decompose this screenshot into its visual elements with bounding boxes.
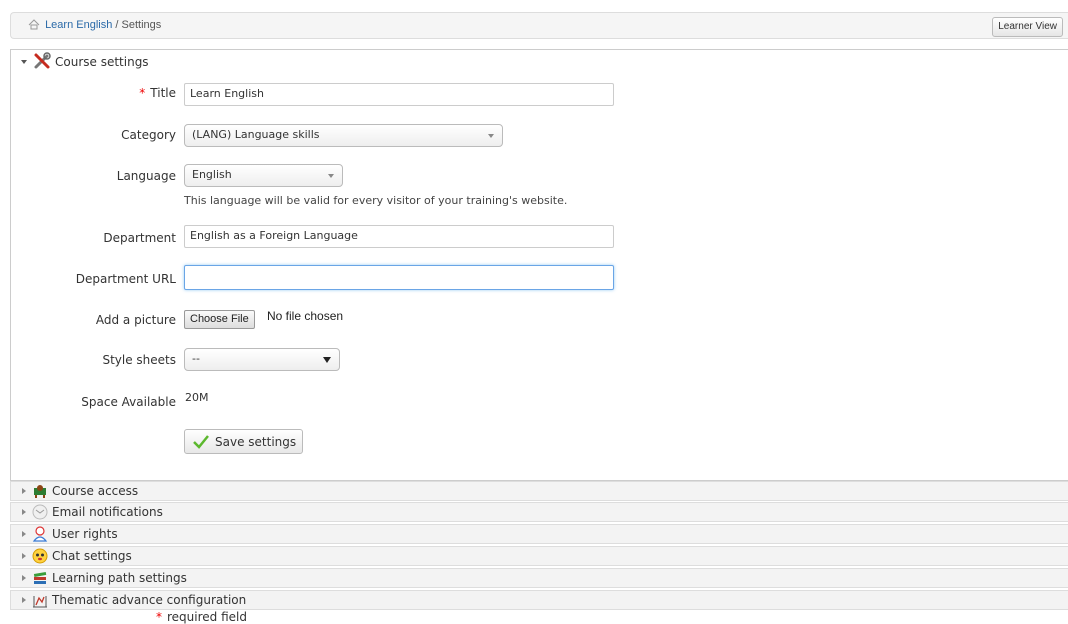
style-sheets-value: -- xyxy=(192,352,200,365)
space-value: 20M xyxy=(185,391,209,404)
tools-icon xyxy=(33,51,51,73)
section-label: Course access xyxy=(52,484,139,498)
books-icon xyxy=(32,570,48,586)
language-label: Language xyxy=(116,169,176,183)
required-mark: * xyxy=(139,86,146,100)
category-value: (LANG) Language skills xyxy=(192,128,320,141)
email-icon xyxy=(32,504,48,520)
style-sheets-select[interactable]: -- xyxy=(184,348,340,371)
section-label: Thematic advance configuration xyxy=(52,593,247,607)
breadcrumb-separator: / xyxy=(115,19,119,31)
section-label: Learning path settings xyxy=(52,571,187,585)
panel-title: Course settings xyxy=(55,55,149,69)
section-label: User rights xyxy=(52,527,118,541)
language-help-text: This language will be valid for every vi… xyxy=(184,194,568,207)
expand-icon xyxy=(22,488,26,494)
section-label: Email notifications xyxy=(52,505,163,519)
checkmark-icon xyxy=(193,434,209,449)
language-value: English xyxy=(192,168,232,181)
dropdown-arrow-icon xyxy=(328,174,334,178)
category-select[interactable]: (LANG) Language skills xyxy=(184,124,503,147)
save-settings-label: Save settings xyxy=(215,434,297,449)
dropdown-arrow-icon xyxy=(488,134,494,138)
learner-view-button[interactable]: Learner View xyxy=(992,17,1063,37)
space-label: Space Available xyxy=(81,395,176,409)
title-label: * Title xyxy=(139,86,176,100)
department-input[interactable]: English as a Foreign Language xyxy=(184,225,614,248)
department-url-input[interactable] xyxy=(184,265,614,290)
home-icon[interactable] xyxy=(28,19,40,33)
breadcrumb-trail: Learn English / Settings xyxy=(28,19,161,33)
language-select[interactable]: English xyxy=(184,164,343,187)
picture-label: Add a picture xyxy=(95,313,176,327)
section-chat-settings[interactable]: Chat settings xyxy=(10,546,1068,566)
section-label: Chat settings xyxy=(52,549,132,563)
save-settings-button[interactable]: Save settings xyxy=(184,429,303,454)
collapse-icon[interactable] xyxy=(21,60,27,64)
expand-icon xyxy=(22,553,26,559)
expand-icon xyxy=(22,597,26,603)
expand-icon xyxy=(22,509,26,515)
section-user-rights[interactable]: User rights xyxy=(10,524,1068,544)
dropdown-arrow-icon xyxy=(323,357,331,363)
chart-icon xyxy=(32,592,48,608)
style-sheets-label: Style sheets xyxy=(102,353,176,367)
category-label: Category xyxy=(121,128,176,142)
section-thematic-advance-configuration[interactable]: Thematic advance configuration xyxy=(10,590,1068,610)
title-input[interactable]: Learn English xyxy=(184,83,614,106)
user-icon xyxy=(32,526,48,542)
file-status: No file chosen xyxy=(267,309,344,323)
breadcrumb-current: Settings xyxy=(121,19,162,31)
section-course-access[interactable]: Course access xyxy=(10,481,1068,501)
section-learning-path-settings[interactable]: Learning path settings xyxy=(10,568,1068,588)
section-email-notifications[interactable]: Email notifications xyxy=(10,502,1068,522)
chat-icon xyxy=(32,548,48,564)
choose-file-button[interactable]: Choose File xyxy=(184,310,255,329)
expand-icon xyxy=(22,531,26,537)
expand-icon xyxy=(22,575,26,581)
department-label: Department xyxy=(103,231,176,245)
breadcrumb-home-link[interactable]: Learn English xyxy=(45,19,112,31)
course-access-icon xyxy=(32,483,48,499)
department-url-label: Department URL xyxy=(75,272,176,286)
course-settings-header[interactable]: Course settings xyxy=(21,51,149,73)
breadcrumb: Learn English / Settings Learner View xyxy=(10,12,1068,39)
course-settings-panel: Course settings * Title Learn English Cat… xyxy=(10,49,1068,481)
